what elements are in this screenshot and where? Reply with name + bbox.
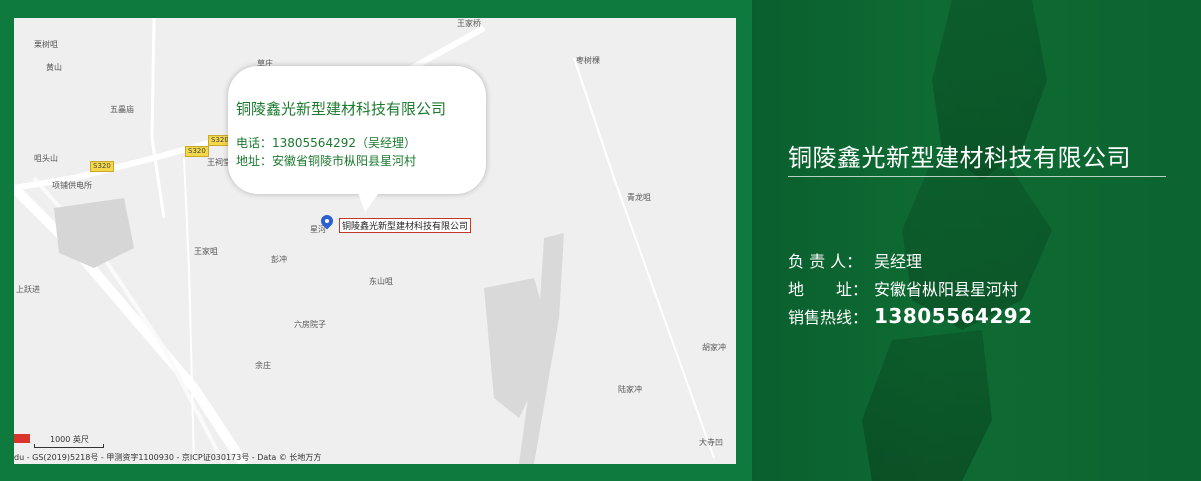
map-label: 五畾庙: [110, 105, 134, 114]
map-label: 胡家冲: [702, 343, 726, 352]
info-panel: 铜陵鑫光新型建材科技有限公司 负 责 人： 吴经理 地 址： 安徽省枞阳县星河村 销…: [752, 0, 1201, 481]
info-bubble: 铜陵鑫光新型建材科技有限公司 电话：13805564292（吴经理） 地址：安徽…: [228, 66, 486, 194]
map-panel[interactable]: 王家桥 栗树咀 草庄 枣树棵 黄山 五畾庙 咀头山 王祠堂 青龙咀 王家咀 彭冲…: [14, 18, 736, 464]
map-label: 咀头山: [34, 154, 58, 163]
map-label: 青龙咀: [627, 193, 651, 202]
hotline-label: 销售热线：: [788, 308, 869, 327]
map-label: 东山咀: [369, 277, 393, 286]
pin-dot: [325, 219, 329, 223]
contact-row: 负 责 人： 吴经理: [788, 248, 922, 272]
marker-label[interactable]: 铜陵鑫光新型建材科技有限公司: [339, 218, 472, 233]
contact-value: 吴经理: [874, 252, 923, 271]
bubble-address: 地址：安徽省铜陵市枞阳县星河村: [236, 154, 417, 168]
scale-bar: [34, 444, 104, 448]
divider: [788, 176, 1166, 177]
address-value: 安徽省枞阳县星河村: [874, 280, 1019, 299]
map-label: 王家桥: [457, 19, 481, 28]
bubble-tail: [357, 190, 381, 212]
bubble-phone: 电话：13805564292（吴经理）: [236, 136, 416, 150]
map-label: 王家咀: [194, 247, 218, 256]
address-row: 地 址： 安徽省枞阳县星河村: [788, 276, 1018, 300]
map-label: 上跃进: [16, 285, 40, 294]
map-label: 黄山: [46, 63, 62, 72]
company-name: 铜陵鑫光新型建材科技有限公司: [788, 144, 1131, 172]
map-label: 陆家冲: [618, 385, 642, 394]
road-shield: S320: [185, 146, 209, 157]
bubble-title: 铜陵鑫光新型建材科技有限公司: [236, 100, 447, 118]
hands-background-image: [862, 0, 1052, 481]
map-label: 余庄: [255, 361, 271, 370]
hotline-value[interactable]: 13805564292: [874, 304, 1033, 328]
map-label: 大寺凹: [699, 438, 723, 447]
map-label: 彭冲: [271, 255, 287, 264]
map-logo-icon: [14, 434, 30, 443]
map-copyright: du - GS(2019)5218号 - 甲测资字1100930 - 京ICP证…: [14, 453, 322, 462]
map-label: 项铺供电所: [52, 181, 92, 190]
map-label: 六房院子: [294, 320, 326, 329]
map-label: 枣树棵: [576, 56, 600, 65]
map-label: 栗树咀: [34, 40, 58, 49]
road-shield: S320: [90, 161, 114, 172]
contact-label: 负 责 人：: [788, 252, 863, 271]
hotline-row: 销售热线： 13805564292: [788, 304, 1033, 328]
address-label: 地 址：: [788, 280, 869, 299]
